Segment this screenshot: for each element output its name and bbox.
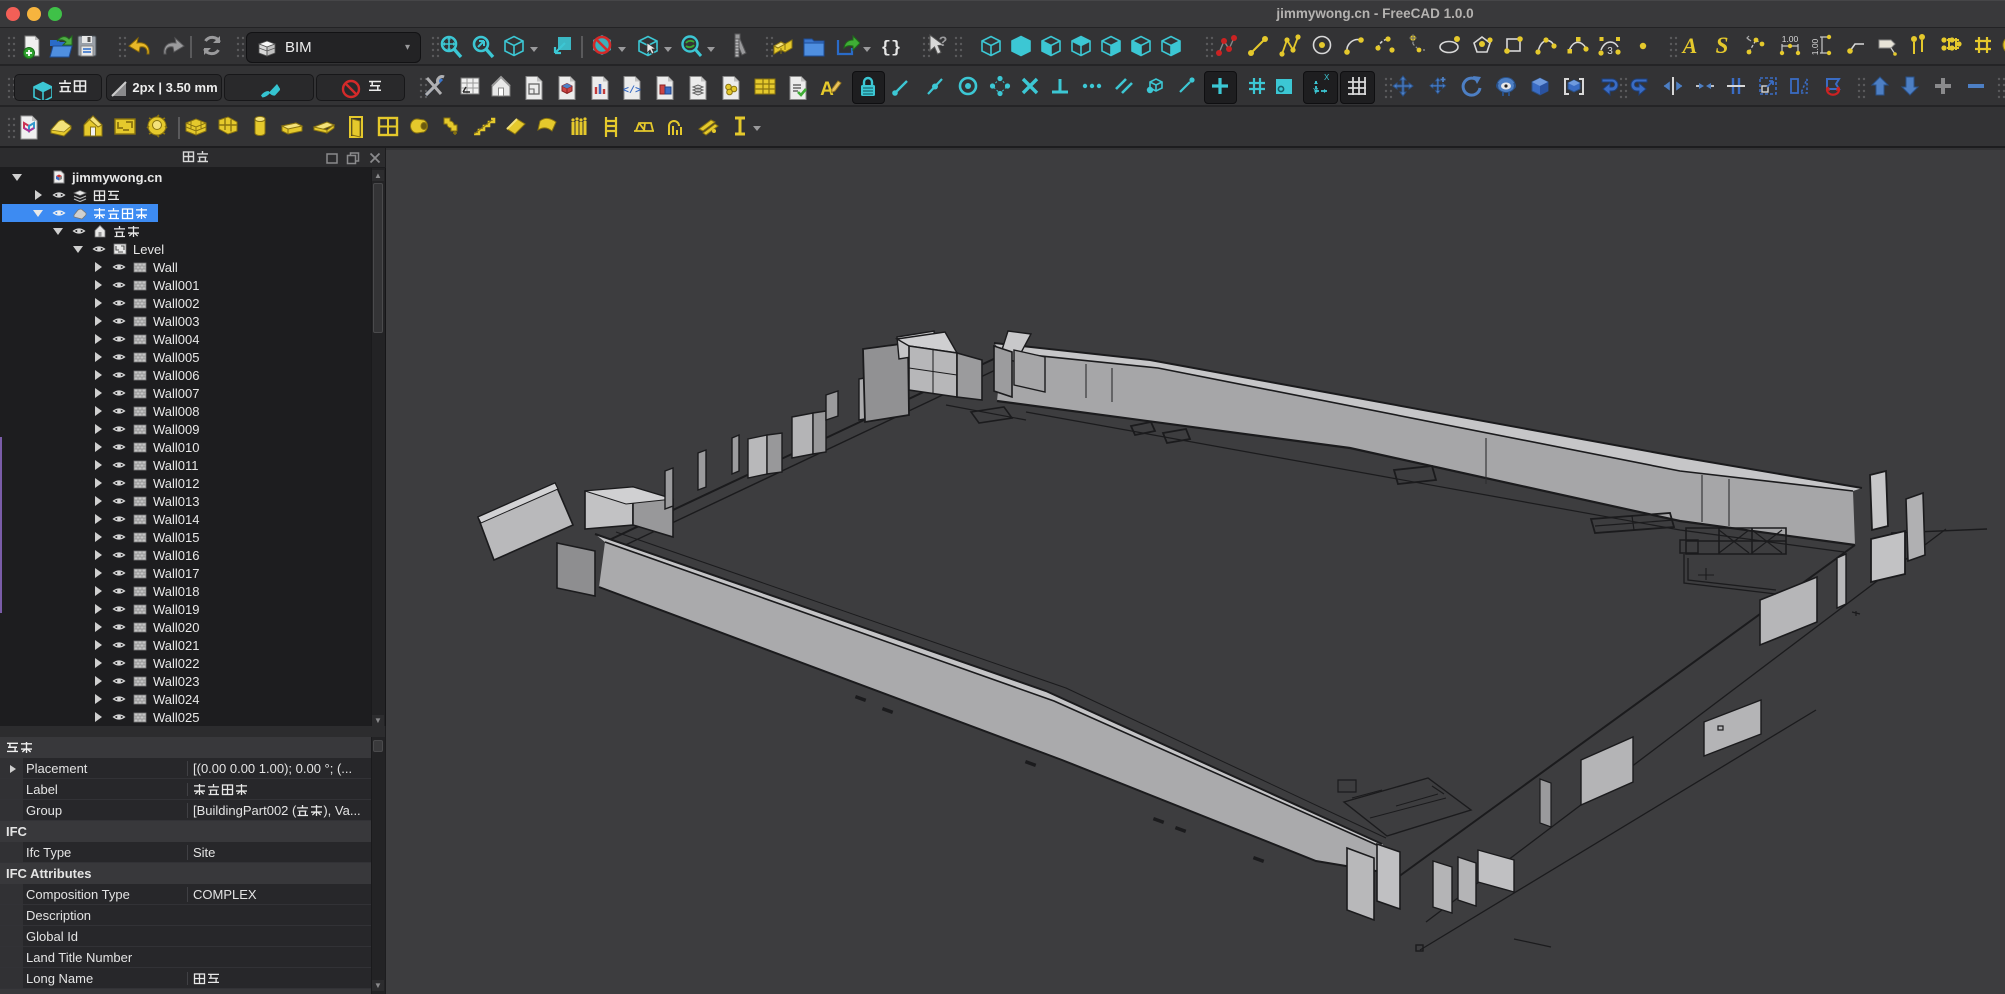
- svg-text:3: 3: [1607, 46, 1613, 57]
- svg-text:X: X: [1324, 73, 1330, 82]
- svg-text:{}: {}: [881, 39, 901, 58]
- svg-text:S: S: [1716, 33, 1729, 58]
- svg-text:A: A: [1681, 33, 1698, 58]
- svg-text:</>: </>: [623, 85, 641, 97]
- svg-text:1.00: 1.00: [1782, 34, 1799, 44]
- svg-text:1.00: 1.00: [1810, 38, 1820, 55]
- svg-text:?: ?: [939, 33, 948, 49]
